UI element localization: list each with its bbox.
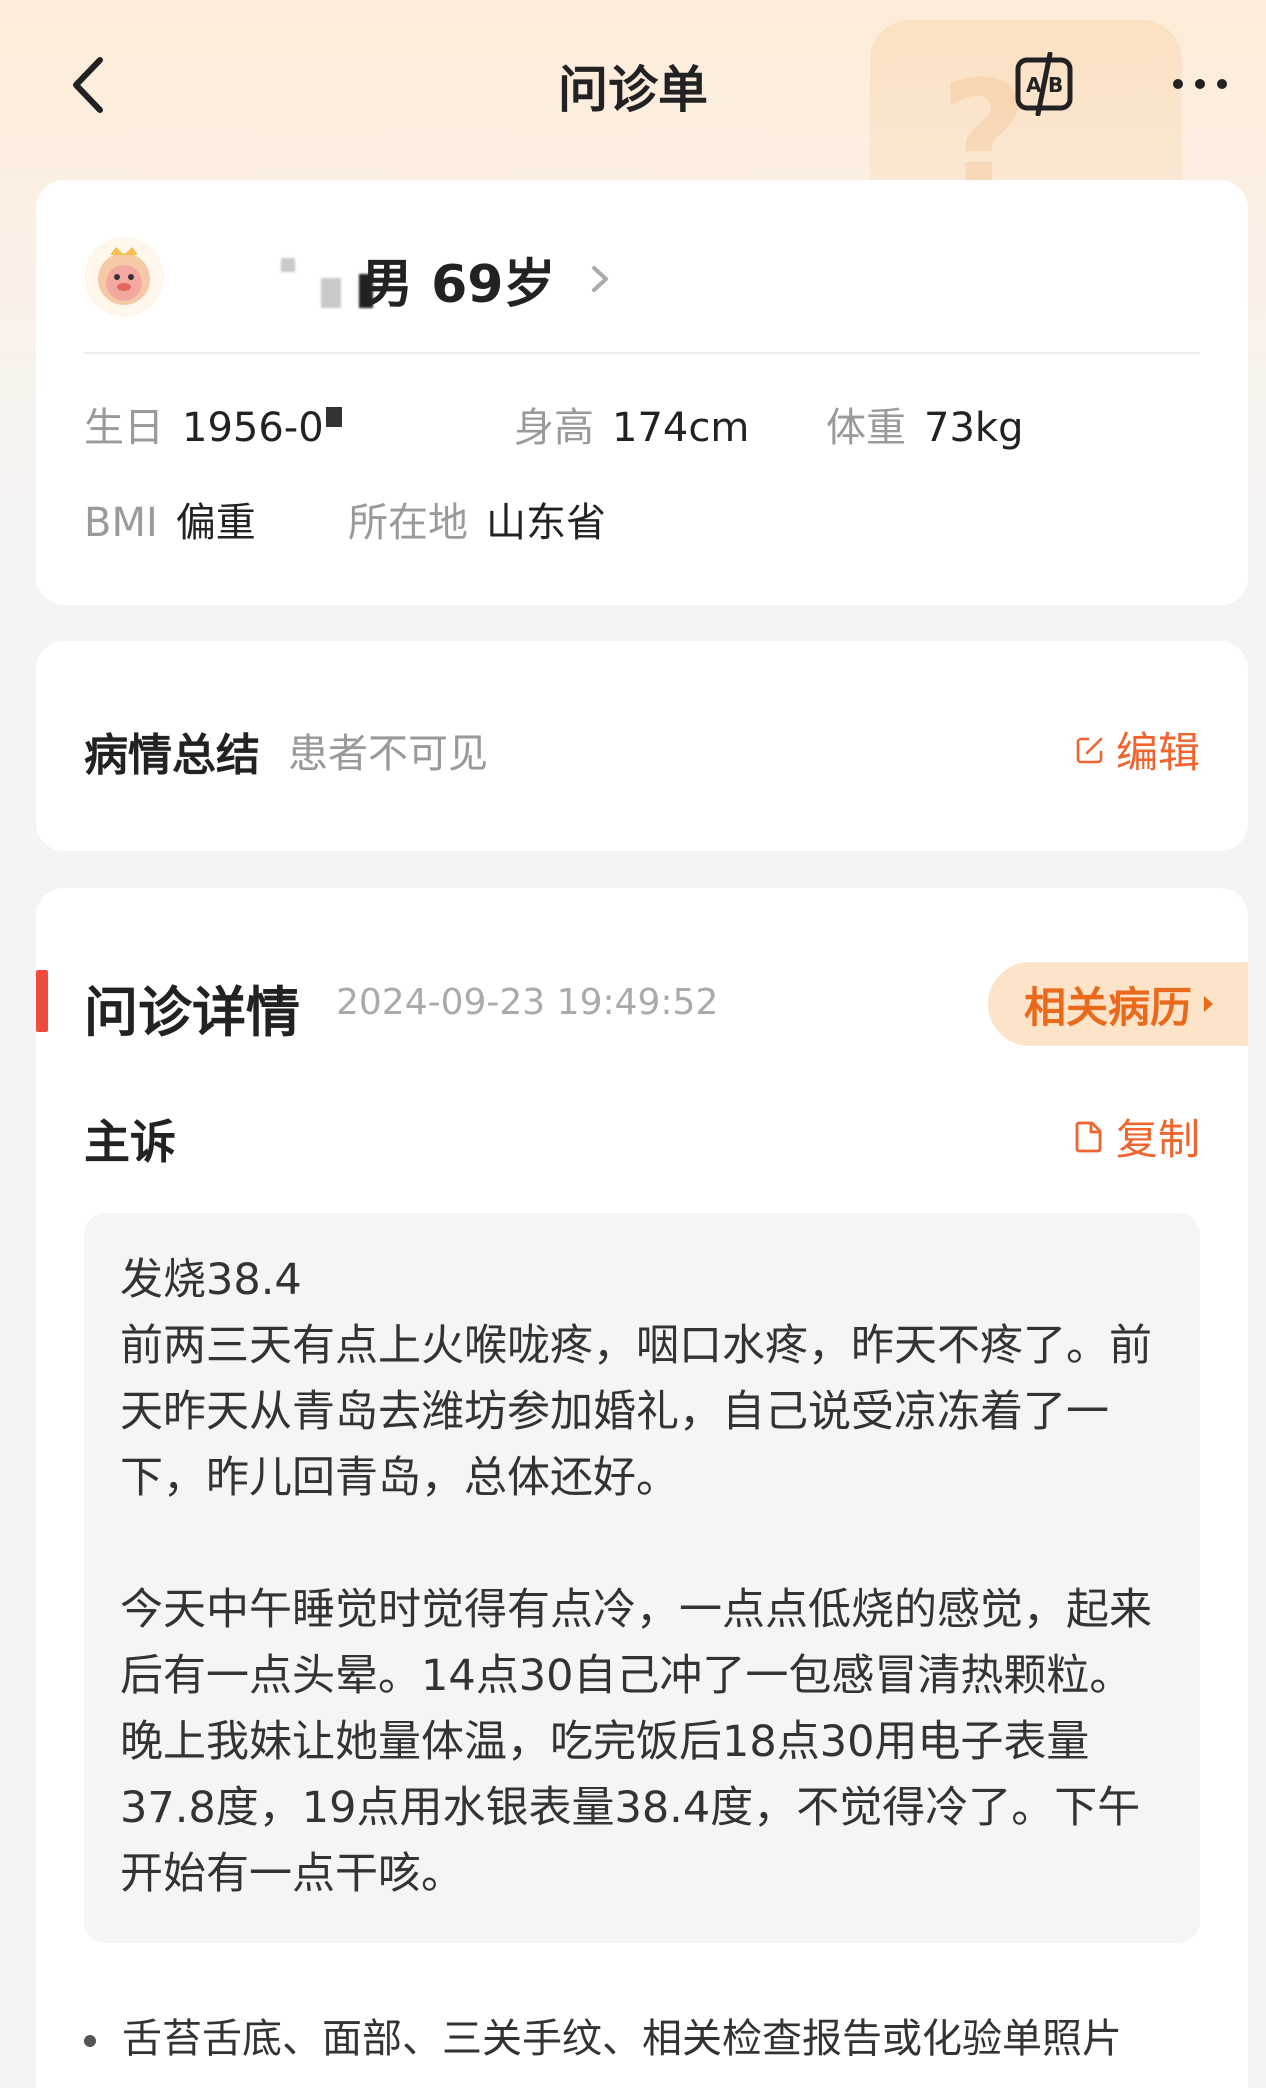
avatar [84, 237, 164, 317]
weight-label: 体重 [826, 405, 906, 451]
bmi-value: 偏重 [175, 500, 256, 546]
chief-complaint-text: 发烧38.4 前两三天有点上火喉咙疼，咽口水疼，昨天不疼了。前天昨天从青岛去潍坊… [120, 1255, 1152, 1899]
page-title: 问诊单 [558, 61, 708, 119]
condition-summary-card: 病情总结 患者不可见 编辑 [36, 641, 1248, 851]
divider [84, 352, 1200, 354]
triangle-right-icon [1204, 996, 1214, 1012]
birthday-value: 1956-0 [182, 405, 324, 451]
bmi-row: BMI 偏重 [84, 490, 256, 548]
copy-button[interactable]: 复制 [1074, 1106, 1200, 1167]
attachment-hint-text: 舌苔舌底、面部、三关手纹、相关检查报告或化验单照片 [122, 2016, 1122, 2062]
weight-row: 体重 73kg [826, 395, 1023, 453]
ab-compare-icon[interactable]: A B [1012, 51, 1076, 117]
chevron-right-icon[interactable] [584, 262, 614, 296]
related-history-button[interactable]: 相关病历 [988, 962, 1248, 1046]
birthday-label: 生日 [84, 405, 164, 451]
edit-icon [1076, 737, 1103, 763]
height-label: 身高 [514, 405, 594, 451]
height-value: 174cm [612, 405, 750, 451]
bmi-label: BMI [84, 500, 158, 546]
edit-label: 编辑 [1115, 728, 1200, 777]
birthday-row: 生日 1956-0 [84, 395, 342, 453]
svg-text:A: A [1026, 73, 1042, 97]
location-value: 山东省 [486, 500, 606, 546]
copy-icon [1075, 1121, 1102, 1152]
consultation-detail-card: 问诊详情 2024-09-23 19:49:52 相关病历 主诉 复制 发烧38… [36, 888, 1248, 2088]
edit-button[interactable]: 编辑 [1074, 719, 1200, 780]
copy-label: 复制 [1115, 1115, 1200, 1164]
birthday-mask [325, 407, 342, 427]
related-history-label: 相关病历 [1024, 982, 1193, 1032]
location-label: 所在地 [348, 500, 468, 546]
detail-title: 问诊详情 [84, 981, 300, 1044]
summary-note: 患者不可见 [288, 731, 488, 777]
detail-timestamp: 2024-09-23 19:49:52 [336, 982, 719, 1023]
chief-complaint-title: 主诉 [84, 1115, 176, 1169]
summary-title: 病情总结 [84, 730, 260, 781]
location-row: 所在地 山东省 [348, 490, 606, 548]
patient-gender-age: 男 69岁 [361, 255, 556, 315]
more-icon[interactable] [1170, 72, 1230, 96]
nav-bar: 问诊单 A B [0, 0, 1266, 165]
svg-text:B: B [1048, 73, 1063, 97]
patient-name-masked [241, 250, 381, 308]
height-row: 身高 174cm [514, 395, 749, 453]
chief-complaint-box: 发烧38.4 前两三天有点上火喉咙疼，咽口水疼，昨天不疼了。前天昨天从青岛去潍坊… [84, 1213, 1200, 1943]
patient-profile-card[interactable]: 男 69岁 生日 1956-0 身高 174cm 体重 73kg BMI 偏重 所在地山… [36, 180, 1248, 605]
bullet-dot [84, 2035, 96, 2047]
attachment-hint-row: 舌苔舌底、面部、三关手纹、相关检查报告或化验单照片 [84, 2006, 1234, 2086]
section-accent-bar [36, 970, 48, 1032]
weight-value: 73kg [924, 405, 1024, 451]
